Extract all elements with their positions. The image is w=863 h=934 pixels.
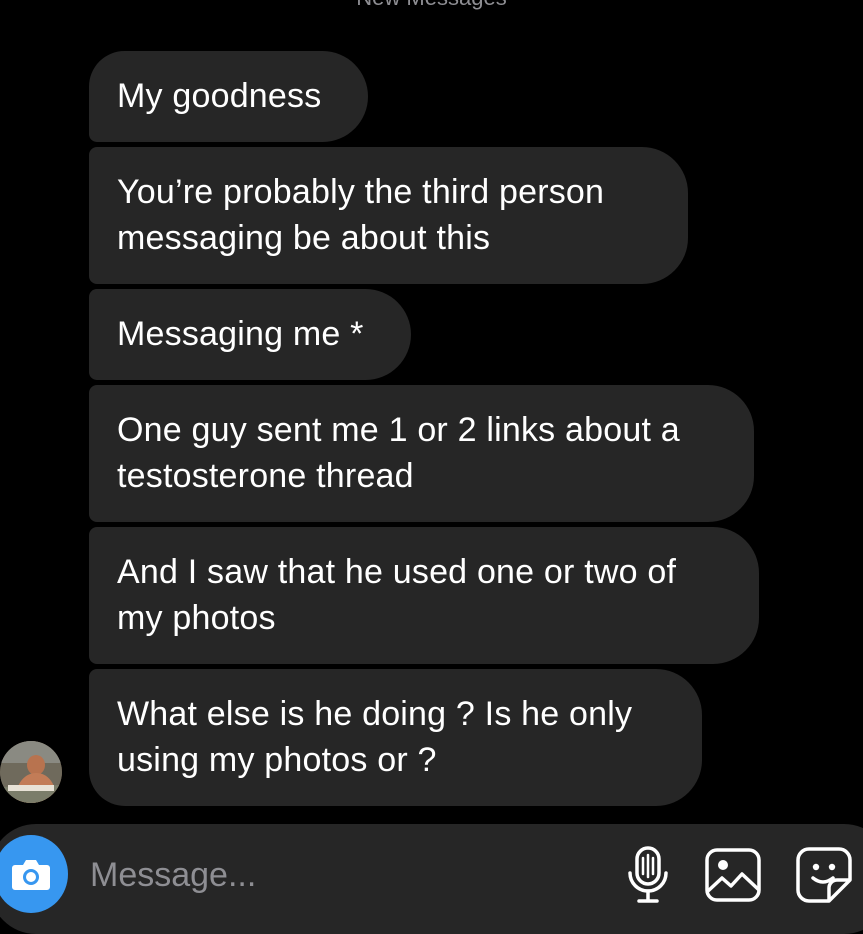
message-bubble[interactable]: What else is he doing ? Is he only using… — [89, 669, 702, 806]
message-bubble[interactable]: My goodness — [89, 51, 368, 142]
sticker-button[interactable] — [795, 846, 852, 904]
message-bubble[interactable]: You’re probably the third person messagi… — [89, 147, 688, 284]
microphone-button[interactable] — [620, 846, 676, 904]
message-bubble[interactable]: One guy sent me 1 or 2 links about a tes… — [89, 385, 754, 522]
sticker-icon — [796, 847, 852, 903]
new-messages-divider: New Messages — [0, 0, 863, 9]
gallery-button[interactable] — [704, 846, 761, 904]
microphone-icon — [628, 846, 668, 903]
gallery-icon — [705, 848, 761, 902]
avatar-photo — [0, 741, 62, 803]
message-bubble[interactable]: Messaging me * — [89, 289, 411, 380]
sender-avatar[interactable] — [0, 741, 62, 803]
message-input[interactable] — [90, 852, 590, 898]
message-bubble[interactable]: And I saw that he used one or two of my … — [89, 527, 759, 664]
camera-icon — [12, 860, 50, 890]
